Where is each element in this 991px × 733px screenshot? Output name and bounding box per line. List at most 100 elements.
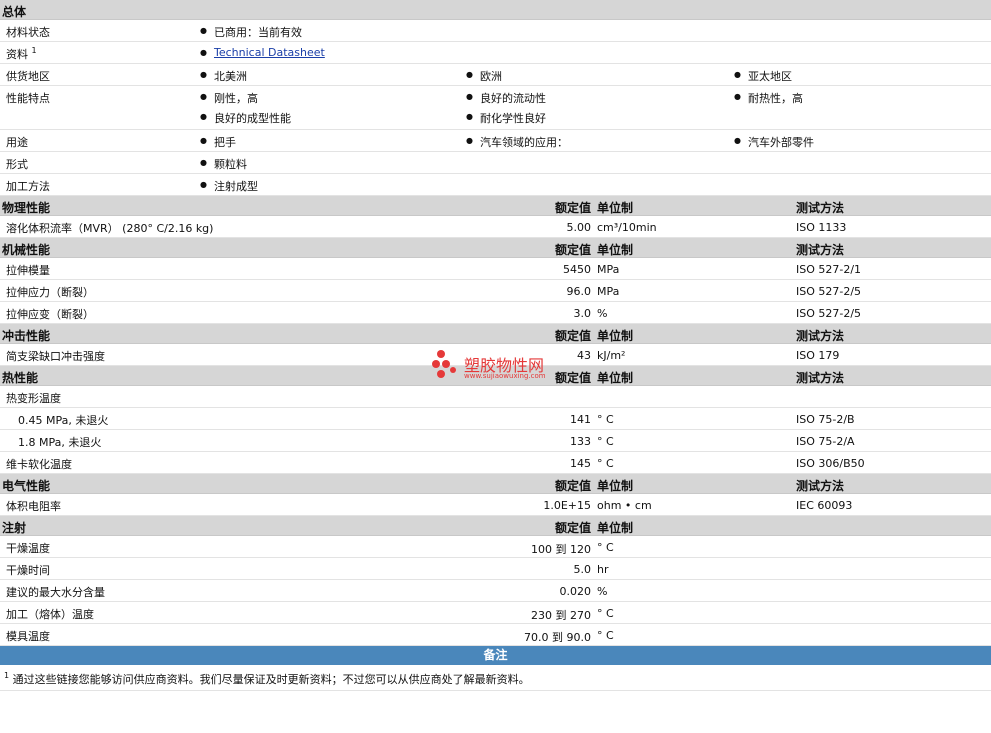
property-label: 溶化体积流率（MVR） (280° C/2.16 kg) — [6, 222, 214, 235]
property-label: 干燥时间 — [6, 564, 50, 577]
notes-body: 1 通过这些链接您能够访问供应商资料。我们尽量保证及时更新资料；不过您可以从供应… — [0, 665, 991, 691]
column-header-unit: 单位制 — [597, 329, 634, 343]
property-label: 1.8 MPa, 未退火 — [18, 436, 102, 449]
section-title: 总体 — [2, 5, 27, 19]
section-title: 热性能 — [2, 371, 39, 385]
property-method: IEC 60093 — [796, 499, 853, 512]
property-unit: MPa — [597, 263, 620, 276]
table-row: 1.8 MPa, 未退火 133 ° C ISO 75-2/A — [0, 430, 991, 452]
row-form: 形式 颗粒料 — [0, 152, 991, 174]
row-label: 材料状态 — [6, 26, 50, 39]
property-unit: ohm • cm — [597, 499, 652, 512]
property-unit: ° C — [597, 413, 614, 426]
region-item: 欧洲 — [466, 68, 502, 84]
property-method: ISO 527-2/1 — [796, 263, 862, 276]
column-header-value: 额定值 — [554, 521, 591, 535]
row-docs: 资料 1 Technical Datasheet — [0, 42, 991, 64]
table-row: 0.45 MPa, 未退火 141 ° C ISO 75-2/B — [0, 408, 991, 430]
column-header-unit: 单位制 — [597, 479, 634, 493]
footnote-marker: 1 — [31, 46, 37, 55]
property-unit: kJ/m² — [597, 349, 626, 362]
section-header-injection: 注射 额定值 单位制 — [0, 516, 991, 536]
table-row: 模具温度 70.0 到 90.0 ° C — [0, 624, 991, 646]
column-header-value: 额定值 — [554, 479, 591, 493]
watermark-logo: 塑胶物性网 www.sujiaowuxing.com — [432, 348, 572, 384]
table-row: 溶化体积流率（MVR） (280° C/2.16 kg) 5.00 cm³/10… — [0, 216, 991, 238]
table-row: 拉伸模量 5450 MPa ISO 527-2/1 — [0, 258, 991, 280]
property-unit: ° C — [597, 435, 614, 448]
property-value: 141 — [570, 413, 591, 426]
region-item: 北美洲 — [200, 68, 247, 84]
table-row: 干燥温度 100 到 120 ° C — [0, 536, 991, 558]
column-header-test: 测试方法 — [796, 201, 845, 215]
table-row: 拉伸应变（断裂） 3.0 % ISO 527-2/5 — [0, 302, 991, 324]
property-label: 拉伸应力（断裂） — [6, 286, 94, 299]
notes-header: 备注 — [0, 646, 991, 665]
feature-item: 良好的成型性能 — [200, 110, 291, 126]
column-header-unit: 单位制 — [597, 521, 634, 535]
column-header-test: 测试方法 — [796, 371, 845, 385]
property-value: 3.0 — [573, 307, 592, 320]
property-label: 维卡软化温度 — [6, 458, 72, 471]
property-method: ISO 179 — [796, 349, 840, 362]
property-method: ISO 75-2/A — [796, 435, 855, 448]
use-item: 把手 — [200, 134, 236, 150]
property-unit: cm³/10min — [597, 221, 657, 234]
row-value: 已商用：当前有效 — [200, 24, 302, 40]
row-label: 资料 1 — [6, 46, 37, 61]
section-title: 冲击性能 — [2, 329, 51, 343]
property-label: 拉伸应变（断裂） — [6, 308, 94, 321]
row-label: 性能特点 — [6, 92, 50, 105]
property-value: 133 — [570, 435, 591, 448]
column-header-value: 额定值 — [554, 329, 591, 343]
column-header-test: 测试方法 — [796, 479, 845, 493]
table-row: 加工（熔体）温度 230 到 270 ° C — [0, 602, 991, 624]
property-method: ISO 527-2/5 — [796, 285, 862, 298]
notes-text: 1 通过这些链接您能够访问供应商资料。我们尽量保证及时更新资料；不过您可以从供应… — [4, 671, 530, 686]
feature-item: 良好的流动性 — [466, 90, 546, 106]
table-row: 热变形温度 — [0, 386, 991, 408]
row-value: 颗粒料 — [200, 156, 247, 172]
property-value: 43 — [577, 349, 591, 362]
property-unit: ° C — [597, 541, 614, 554]
property-unit: MPa — [597, 285, 620, 298]
property-value: 0.020 — [559, 585, 592, 598]
row-label: 用途 — [6, 136, 28, 149]
property-label: 体积电阻率 — [6, 500, 61, 513]
property-unit: % — [597, 307, 608, 320]
property-label: 0.45 MPa, 未退火 — [18, 414, 109, 427]
datasheet-link[interactable]: Technical Datasheet — [214, 46, 325, 59]
property-label: 干燥温度 — [6, 542, 50, 555]
row-features: 性能特点 刚性，高 良好的流动性 耐热性，高 良好的成型性能 耐化学性良好 — [0, 86, 991, 130]
watermark-url: www.sujiaowuxing.com — [464, 372, 546, 380]
property-unit: ° C — [597, 629, 614, 642]
section-title: 物理性能 — [2, 201, 51, 215]
property-unit: % — [597, 585, 608, 598]
row-value: 注射成型 — [200, 178, 258, 194]
property-value: 5.0 — [573, 563, 592, 576]
property-label: 加工（熔体）温度 — [6, 608, 94, 621]
property-method: ISO 306/B50 — [796, 457, 865, 470]
footnote-marker: 1 — [4, 671, 10, 680]
property-group-label: 热变形温度 — [6, 392, 61, 405]
section-header-general: 总体 — [0, 0, 991, 20]
section-header-mechanical: 机械性能 额定值 单位制 测试方法 — [0, 238, 991, 258]
column-header-test: 测试方法 — [796, 243, 845, 257]
property-value: 1.0E+15 — [543, 499, 591, 512]
section-title: 注射 — [2, 521, 27, 535]
property-label: 建议的最大水分含量 — [6, 586, 105, 599]
property-label: 模具温度 — [6, 630, 50, 643]
feature-item: 刚性，高 — [200, 90, 258, 106]
region-item: 亚太地区 — [734, 68, 792, 84]
table-row: 建议的最大水分含量 0.020 % — [0, 580, 991, 602]
section-header-physical: 物理性能 额定值 单位制 测试方法 — [0, 196, 991, 216]
property-method: ISO 1133 — [796, 221, 847, 234]
property-method: ISO 75-2/B — [796, 413, 855, 426]
property-value: 5450 — [563, 263, 591, 276]
table-row: 体积电阻率 1.0E+15 ohm • cm IEC 60093 — [0, 494, 991, 516]
section-title: 电气性能 — [2, 479, 51, 493]
feature-item: 耐化学性良好 — [466, 110, 546, 126]
datasheet-item: Technical Datasheet — [200, 46, 325, 60]
row-region: 供货地区 北美洲 欧洲 亚太地区 — [0, 64, 991, 86]
property-value: 100 到 120 — [531, 543, 591, 556]
